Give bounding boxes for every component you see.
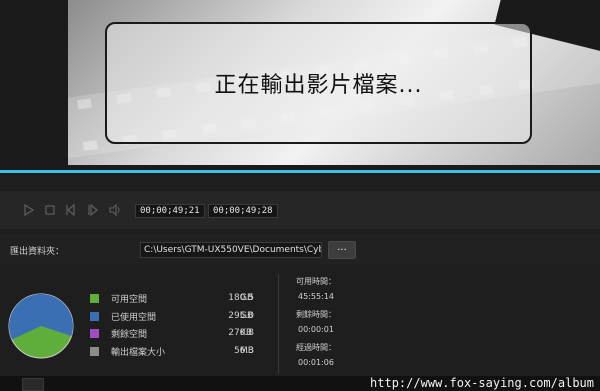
elapsed-time-label: 經過時間： [296,343,336,352]
export-folder-path-field[interactable]: C:\Users\GTM-UX550VE\Documents\CyberL [140,242,322,258]
legend-label: 剩餘空間 [111,329,148,340]
legend-item-remaining: 剩餘空間 270.8 KB [90,327,254,340]
stop-icon[interactable] [43,203,57,217]
legend-item-output-size: 輸出檔案大小 56.3 MB [90,345,254,358]
legend-unit: GB [240,293,254,303]
available-time-value: 45:55:14 [298,292,334,301]
legend-label: 可用空間 [111,294,148,305]
volume-icon[interactable] [108,203,122,217]
panel-divider [278,274,279,374]
timeline-progress-line [0,170,600,173]
play-icon[interactable] [22,203,36,217]
bottom-bar: http://www.fox-saying.com/album [0,376,600,391]
progress-dialog: 正在輸出影片檔案... [105,22,532,144]
legend-label: 輸出檔案大小 [111,347,166,358]
legend-swatch [90,311,99,321]
elapsed-time-value: 00:01:06 [298,358,334,367]
total-timecode: 00;00;49;28 [208,204,278,218]
legend-swatch [90,328,99,338]
available-time-label: 可用時間： [296,277,336,286]
disk-usage-pie-chart [8,293,74,359]
playback-bar: 00;00;49;21 00;00;49;28 [0,191,600,229]
legend-swatch [90,293,99,303]
legend-unit: MB [240,346,254,356]
legend-swatch [90,346,99,356]
next-frame-icon[interactable] [86,203,100,217]
legend-item-free: 可用空間 180.5 GB [90,292,254,305]
current-timecode: 00;00;49;21 [135,204,205,218]
legend-unit: KB [240,328,253,338]
remaining-time-value: 00:00:01 [298,325,334,334]
prev-frame-icon[interactable] [64,203,78,217]
legend-item-used: 已使用空間 295.0 GB [90,310,254,323]
export-folder-label: 匯出資料夾： [10,247,65,257]
export-folder-row: 匯出資料夾： C:\Users\GTM-UX550VE\Documents\Cy… [0,234,600,264]
remaining-time-label: 剩餘時間： [296,310,336,319]
video-preview: 正在輸出影片檔案... [0,0,600,170]
watermark-text: http://www.fox-saying.com/album [370,376,594,390]
browse-folder-button[interactable]: ... [328,241,356,259]
taskbar-thumbnail [22,378,44,391]
disk-info-panel: 可用空間 180.5 GB 已使用空間 295.0 GB 剩餘空間 270.8 … [0,266,600,376]
legend-label: 已使用空間 [111,312,157,323]
legend-unit: GB [240,311,254,321]
progress-message: 正在輸出影片檔案... [214,73,423,98]
